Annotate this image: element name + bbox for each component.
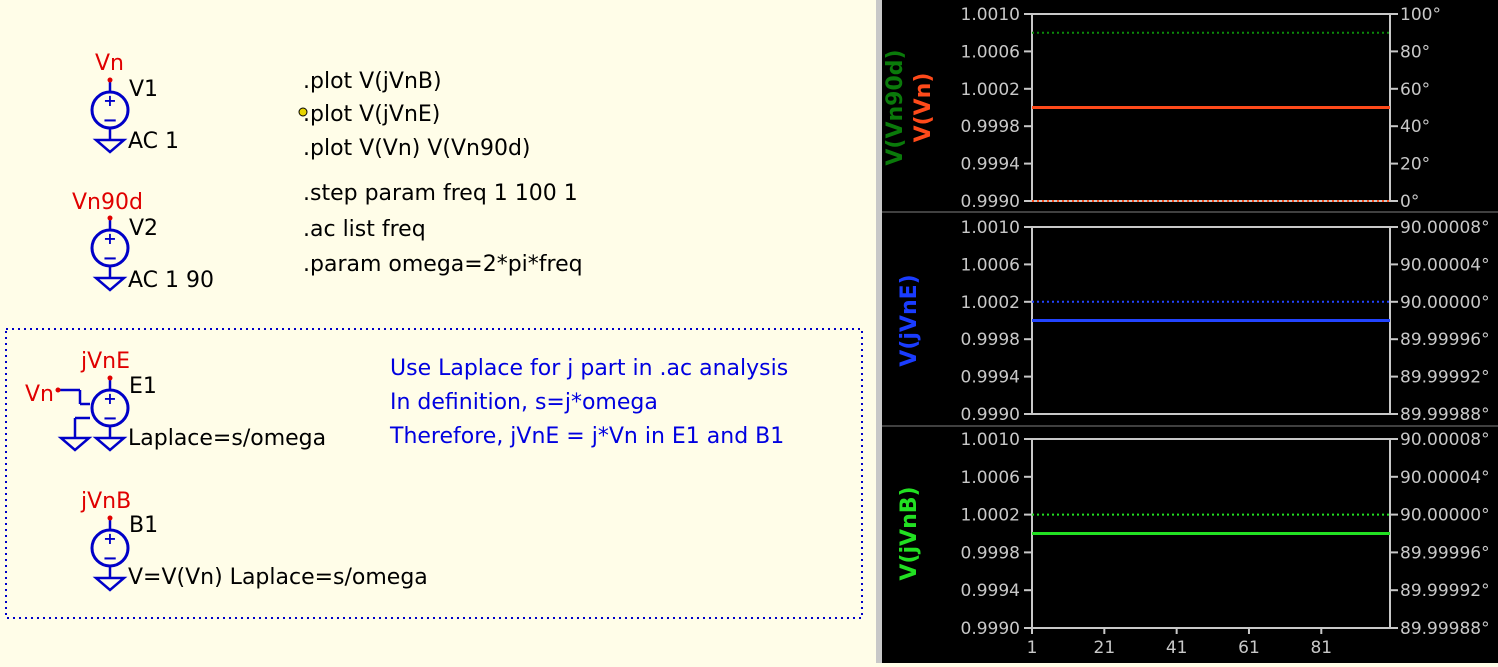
- right-tick-label: 90.00008°: [1400, 430, 1490, 450]
- trace-label[interactable]: V(jVnB): [897, 486, 922, 580]
- net-label-vn-input: Vn: [25, 382, 54, 407]
- left-tick-label: 0.9998: [961, 543, 1020, 563]
- b1-value: V=V(Vn) Laplace=s/omega: [128, 565, 428, 590]
- v1-ref: V1: [129, 77, 158, 102]
- x-tick-label: 41: [1166, 638, 1188, 658]
- left-tick-label: 1.0010: [961, 430, 1020, 450]
- schematic-canvas[interactable]: + − Vn V1 AC 1 Vn90d V2 AC 1 90 .plot V(…: [0, 0, 876, 663]
- left-tick-label: 0.9998: [961, 117, 1020, 137]
- right-tick-label: 80°: [1400, 42, 1430, 62]
- left-tick-label: 1.0010: [961, 5, 1020, 25]
- comment-line-3: Therefore, jVnE = j*Vn in E1 and B1: [389, 424, 784, 449]
- right-tick-label: 89.99988°: [1400, 619, 1490, 639]
- net-label-vn: Vn: [95, 51, 124, 76]
- b1-ref: B1: [129, 513, 158, 538]
- waveform-canvas[interactable]: 1.0010 1.0006 1.0002 0.9998 0.9994 0.9990 100°…: [882, 0, 1498, 663]
- v2-ref: V2: [129, 216, 158, 241]
- e1-source[interactable]: [55, 374, 130, 452]
- x-tick-label: 81: [1310, 638, 1332, 658]
- x-tick-label: 21: [1094, 638, 1116, 658]
- v1-source[interactable]: [90, 76, 130, 154]
- net-label-jvne: jVnE: [80, 349, 130, 374]
- left-tick-label: 1.0002: [961, 80, 1020, 100]
- right-tick-label: 90.00000°: [1400, 506, 1490, 526]
- right-tick-label: 89.99992°: [1400, 368, 1490, 388]
- schematic-editor[interactable]: + − Vn V1 AC 1 Vn90d V2 AC 1 90 .plot V(…: [0, 0, 876, 663]
- left-tick-label: 0.9994: [961, 368, 1020, 388]
- directive-plot-vn[interactable]: .plot V(Vn) V(Vn90d): [303, 136, 531, 161]
- v2-value: AC 1 90: [128, 268, 214, 293]
- e1-value: Laplace=s/omega: [128, 426, 326, 451]
- net-label-jvnb: jVnB: [80, 489, 131, 514]
- comment-block[interactable]: Use Laplace for j part in .ac analysis I…: [389, 356, 788, 449]
- left-tick-label: 1.0006: [961, 42, 1020, 62]
- right-tick-label: 89.99988°: [1400, 405, 1490, 425]
- net-label-vn90d: Vn90d: [72, 190, 143, 215]
- right-tick-label: 100°: [1400, 5, 1441, 25]
- spice-directives[interactable]: .plot V(jVnB) .plot V(jVnE) .plot V(Vn) …: [298, 69, 583, 277]
- left-tick-label: 1.0002: [961, 293, 1020, 313]
- waveform-viewer[interactable]: 1.0010 1.0006 1.0002 0.9998 0.9994 0.9990 100°…: [882, 0, 1498, 663]
- left-tick-label: 1.0006: [961, 255, 1020, 275]
- b1-source[interactable]: [90, 514, 130, 592]
- v2-source[interactable]: [90, 214, 130, 292]
- trace-label[interactable]: V(Vn90d): [883, 49, 908, 165]
- right-tick-label: 90.00004°: [1400, 468, 1490, 488]
- right-tick-label: 89.99992°: [1400, 581, 1490, 601]
- left-tick-label: 0.9998: [961, 330, 1020, 350]
- right-tick-label: 89.99996°: [1400, 543, 1490, 563]
- trace-label[interactable]: V(jVnE): [897, 274, 922, 366]
- e1-ref: E1: [129, 374, 157, 399]
- x-tick-label: 1: [1027, 638, 1038, 658]
- v1-value: AC 1: [128, 129, 179, 154]
- left-tick-label: 0.9990: [961, 405, 1020, 425]
- directive-plot-jvnb[interactable]: .plot V(jVnB): [303, 69, 442, 94]
- left-tick-label: 1.0002: [961, 506, 1020, 526]
- directive-plot-jvne[interactable]: .plot V(jVnE): [303, 102, 440, 127]
- directive-step[interactable]: .step param freq 1 100 1: [303, 181, 578, 206]
- left-tick-label: 1.0006: [961, 468, 1020, 488]
- right-tick-label: 20°: [1400, 155, 1430, 175]
- comment-line-2: In definition, s=j*omega: [390, 390, 658, 415]
- left-tick-label: 0.9994: [961, 581, 1020, 601]
- x-tick-label: 61: [1238, 638, 1260, 658]
- directive-param[interactable]: .param omega=2*pi*freq: [303, 252, 583, 277]
- right-tick-label: 0°: [1400, 192, 1419, 212]
- left-tick-label: 0.9990: [961, 192, 1020, 212]
- right-tick-label: 90.00004°: [1400, 255, 1490, 275]
- left-tick-label: 0.9994: [961, 155, 1020, 175]
- right-tick-label: 60°: [1400, 80, 1430, 100]
- right-tick-label: 89.99996°: [1400, 330, 1490, 350]
- left-tick-label: 1.0010: [961, 218, 1020, 238]
- trace-label[interactable]: V(Vn): [911, 73, 936, 143]
- left-tick-label: 0.9990: [961, 619, 1020, 639]
- right-tick-label: 90.00008°: [1400, 218, 1490, 238]
- right-tick-label: 90.00000°: [1400, 293, 1490, 313]
- right-tick-label: 40°: [1400, 117, 1430, 137]
- comment-line-1: Use Laplace for j part in .ac analysis: [390, 356, 788, 381]
- directive-ac[interactable]: .ac list freq: [303, 217, 426, 242]
